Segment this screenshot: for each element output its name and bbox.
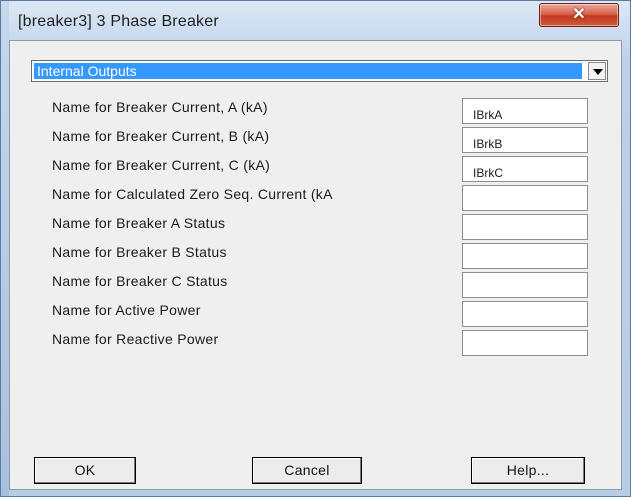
- title-bar[interactable]: [breaker3] 3 Phase Breaker ✕: [1, 1, 630, 41]
- field-label-breaker-current-a: Name for Breaker Current, A (kA): [52, 99, 268, 115]
- field-input-breaker-a-status[interactable]: [462, 214, 588, 240]
- help-button[interactable]: Help...: [471, 457, 585, 484]
- field-label-breaker-current-c: Name for Breaker Current, C (kA): [52, 157, 271, 173]
- close-icon: ✕: [572, 6, 586, 23]
- field-label-breaker-a-status: Name for Breaker A Status: [52, 215, 226, 231]
- field-label-breaker-c-status: Name for Breaker C Status: [52, 273, 228, 289]
- category-dropdown-value: Internal Outputs: [34, 63, 582, 79]
- category-dropdown[interactable]: Internal Outputs: [31, 60, 608, 82]
- dialog-window: [breaker3] 3 Phase Breaker ✕ Internal Ou…: [0, 0, 631, 497]
- field-input-zero-seq-current[interactable]: [462, 185, 588, 211]
- field-input-reactive-power[interactable]: [462, 330, 588, 356]
- field-label-zero-seq-current: Name for Calculated Zero Seq. Current (k…: [52, 186, 333, 202]
- field-label-breaker-current-b: Name for Breaker Current, B (kA): [52, 128, 270, 144]
- field-label-active-power: Name for Active Power: [52, 302, 201, 318]
- field-label-reactive-power: Name for Reactive Power: [52, 331, 219, 347]
- chevron-down-icon[interactable]: [588, 62, 606, 80]
- field-input-breaker-b-status[interactable]: [462, 243, 588, 269]
- field-label-breaker-b-status: Name for Breaker B Status: [52, 244, 227, 260]
- window-title: [breaker3] 3 Phase Breaker: [18, 13, 219, 30]
- close-button[interactable]: ✕: [539, 3, 619, 27]
- field-input-breaker-c-status[interactable]: [462, 272, 588, 298]
- field-input-breaker-current-c[interactable]: [462, 156, 588, 182]
- field-input-breaker-current-a[interactable]: [462, 98, 588, 124]
- field-input-active-power[interactable]: [462, 301, 588, 327]
- dialog-content: Internal Outputs Name for Breaker Curren…: [9, 40, 622, 490]
- cancel-button[interactable]: Cancel: [252, 457, 362, 484]
- field-input-breaker-current-b[interactable]: [462, 127, 588, 153]
- ok-button[interactable]: OK: [34, 457, 136, 484]
